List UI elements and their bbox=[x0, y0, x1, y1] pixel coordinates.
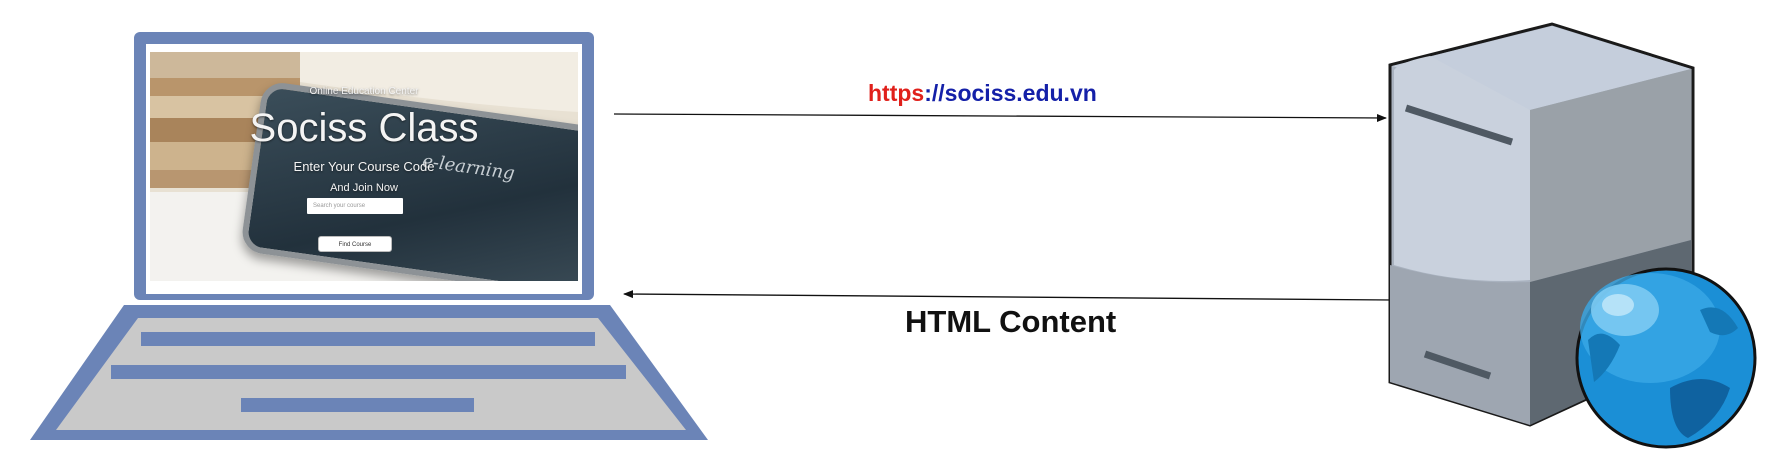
globe-icon bbox=[1575, 267, 1757, 449]
server-icon bbox=[1370, 10, 1768, 471]
url-separator: :// bbox=[924, 80, 945, 106]
url-host: sociss.edu.vn bbox=[944, 80, 1097, 106]
request-url: https://sociss.edu.vn bbox=[868, 80, 1097, 107]
server-graphic bbox=[1388, 22, 1757, 449]
request-arrow bbox=[613, 113, 1387, 122]
server-front-lower bbox=[1390, 265, 1530, 425]
response-arrow bbox=[623, 290, 1393, 301]
response-label: HTML Content bbox=[905, 304, 1117, 339]
url-scheme: https bbox=[868, 80, 925, 106]
